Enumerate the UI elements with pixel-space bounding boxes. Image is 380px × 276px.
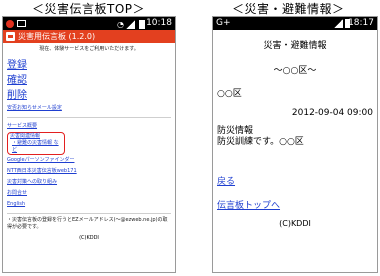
contact-link[interactable]: お問合せ bbox=[7, 188, 171, 199]
message-board-top-link[interactable]: 伝言板トップへ bbox=[217, 198, 373, 211]
status-bar: ◔ 10:18 bbox=[3, 17, 175, 30]
top-content: 現在、体験サービスをご利用いただけます。 登録 確認 削除 安否お知らせメール設… bbox=[3, 45, 175, 241]
service-notice: 現在、体験サービスをご利用いただけます。 bbox=[39, 46, 139, 52]
disaster-info-sub: ・避難の災害情報 など bbox=[12, 140, 59, 153]
divider bbox=[7, 213, 171, 214]
caption-left: ＜災害伝言板TOP＞ bbox=[32, 2, 146, 16]
mail-icon bbox=[17, 20, 26, 27]
service-overview-link[interactable]: サービス概要 bbox=[7, 121, 171, 132]
info-text: 防災情報 防災訓練です。○○区 bbox=[217, 126, 373, 148]
mail-setting-link[interactable]: 安否お知らせメール設定 bbox=[7, 103, 171, 114]
datetime: 2012-09-04 09:00 bbox=[291, 108, 373, 118]
phone-screen-disaster-info: G+ 18:17 災害・避難情報 〜○○区〜 ○○区 2012-09-04 09… bbox=[212, 16, 378, 273]
battery-icon bbox=[139, 20, 145, 29]
copyright: (C)KDDI bbox=[79, 235, 99, 241]
disaster-info-link[interactable]: 災害関連情報 ・避難の災害情報 など bbox=[7, 132, 65, 155]
english-link[interactable]: English bbox=[7, 199, 171, 210]
footnote: ・災害伝言板の登録を行うとEZメールアドレス(〜@ezweb.ne.jp)の取得… bbox=[7, 217, 168, 230]
region-heading: 〜○○区〜 bbox=[273, 66, 317, 76]
status-bar: G+ 18:17 bbox=[213, 17, 377, 30]
confirm-link[interactable]: 確認 bbox=[7, 73, 171, 88]
ntt-west-171-link[interactable]: NTT西日本災害伝言板web171 bbox=[7, 166, 171, 177]
signal-icon bbox=[334, 19, 343, 28]
status-time: 10:18 bbox=[146, 18, 172, 28]
disaster-info-label[interactable]: 災害関連情報 bbox=[10, 133, 62, 140]
place-name: ○○区 bbox=[217, 89, 242, 99]
status-time: 18:17 bbox=[348, 18, 374, 28]
notification-icon bbox=[6, 20, 14, 28]
google-person-finder-link[interactable]: Googleパーソンファインダー bbox=[7, 155, 171, 166]
copyright: (C)KDDI bbox=[279, 219, 311, 228]
info-category: 防災情報 bbox=[217, 126, 254, 136]
wifi-icon: ◔ bbox=[117, 20, 124, 29]
divider bbox=[7, 117, 171, 118]
info-message: 防災訓練です。○○区 bbox=[217, 137, 304, 147]
register-link[interactable]: 登録 bbox=[7, 58, 171, 73]
app-icon bbox=[6, 32, 15, 41]
app-title: 災害用伝言板 (1.2.0) bbox=[18, 32, 96, 41]
delete-link[interactable]: 削除 bbox=[7, 88, 171, 103]
app-title-bar: 災害用伝言板 (1.2.0) bbox=[3, 30, 175, 43]
phone-screen-top: ◔ 10:18 災害用伝言板 (1.2.0) 現在、体験サービスをご利用いただけ… bbox=[2, 16, 176, 273]
back-link[interactable]: 戻る bbox=[217, 174, 373, 187]
signal-icon bbox=[126, 20, 135, 29]
network-indicator: G+ bbox=[216, 18, 231, 28]
disaster-measures-link[interactable]: 災害対策への取り組み bbox=[7, 177, 171, 188]
page-title: 災害・避難情報 bbox=[263, 41, 327, 51]
caption-right: ＜災害・避難情報＞ bbox=[232, 2, 345, 16]
disaster-info-content: 災害・避難情報 〜○○区〜 ○○区 2012-09-04 09:00 防災情報 … bbox=[213, 38, 377, 228]
